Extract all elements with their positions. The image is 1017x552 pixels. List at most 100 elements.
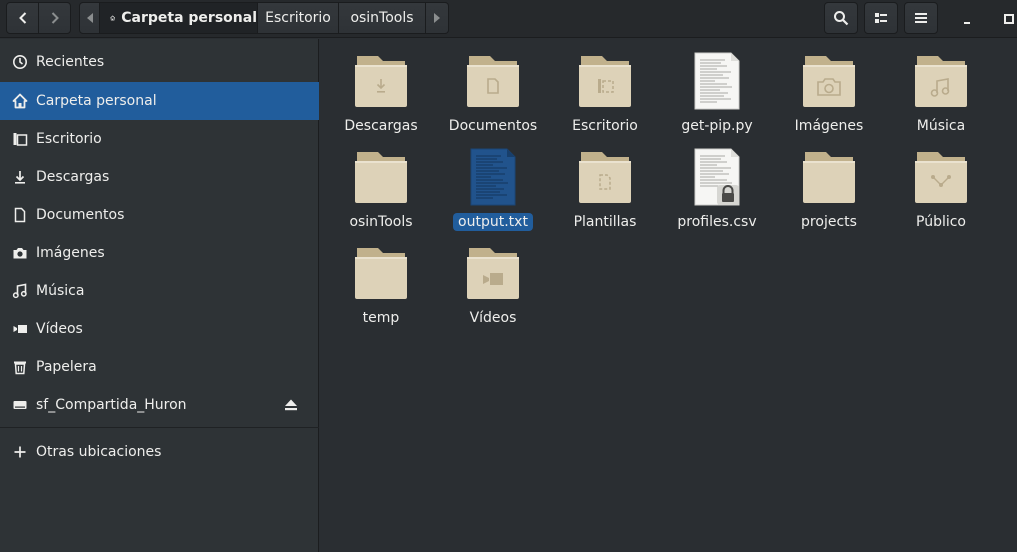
document-icon [11, 206, 29, 224]
path-scroll-right-button[interactable] [426, 2, 449, 34]
file-item-descargas[interactable]: Descargas [331, 51, 431, 141]
folder-videos-icon [463, 243, 523, 303]
folder-documents-icon [463, 51, 523, 111]
sidebar-item-label: Música [36, 283, 85, 299]
file-item-escritorio[interactable]: Escritorio [555, 51, 655, 141]
file-name: temp [362, 310, 400, 326]
window-minimize-icon [964, 22, 970, 24]
triangle-left-icon [86, 13, 93, 23]
header-bar: Carpeta personal Escritorio osinTools [0, 0, 1017, 38]
forward-button[interactable] [38, 2, 71, 34]
file-name: Plantillas [573, 214, 637, 230]
file-name: Vídeos [469, 310, 517, 326]
file-view: Descargas Documentos Escritorio get-pip.… [320, 39, 1017, 552]
view-options-button[interactable] [864, 2, 898, 34]
file-item-plantillas[interactable]: Plantillas [555, 147, 655, 237]
file-name: Música [916, 118, 966, 134]
camera-icon [11, 244, 29, 262]
sidebar-item-label: Carpeta personal [36, 93, 157, 109]
home-icon [110, 15, 116, 21]
text-file-locked-icon [687, 147, 747, 207]
file-item-videos[interactable]: Vídeos [443, 243, 543, 333]
sidebar: Recientes Carpeta personal Escritorio De… [0, 39, 319, 552]
file-name: Descargas [344, 118, 418, 134]
file-item-publico[interactable]: Público [891, 147, 991, 237]
drive-icon [11, 396, 29, 414]
path-home-label: Carpeta personal [121, 10, 257, 26]
chevron-left-icon [18, 12, 26, 24]
sidebar-item-carpeta-personal[interactable]: Carpeta personal [0, 82, 319, 120]
sidebar-item-label: Vídeos [36, 321, 83, 337]
file-name: projects [801, 214, 857, 230]
file-name: Documentos [448, 118, 538, 134]
path-segment-osintools[interactable]: osinTools [339, 2, 426, 34]
file-item-imagenes[interactable]: Imágenes [779, 51, 879, 141]
chevron-right-icon [51, 12, 59, 24]
view-options-icon [875, 13, 887, 23]
folder-music-icon [911, 51, 971, 111]
plus-icon [11, 443, 29, 461]
eject-icon [285, 399, 297, 411]
sidebar-item-label: Otras ubicaciones [36, 444, 162, 460]
file-item-documentos[interactable]: Documentos [443, 51, 543, 141]
folder-pictures-icon [799, 51, 859, 111]
file-item-musica[interactable]: Música [891, 51, 991, 141]
file-item-temp[interactable]: temp [331, 243, 431, 333]
path-scroll-left-button[interactable] [79, 2, 100, 34]
file-name: Público [916, 214, 966, 230]
music-icon [11, 282, 29, 300]
download-icon [11, 168, 29, 186]
eject-button[interactable] [283, 397, 299, 413]
sidebar-item-imagenes[interactable]: Imágenes [0, 234, 319, 272]
triangle-right-icon [434, 13, 440, 23]
folder-templates-icon [575, 147, 635, 207]
search-button[interactable] [824, 2, 858, 34]
sidebar-separator [0, 427, 319, 428]
file-item-osintools[interactable]: osinTools [331, 147, 431, 237]
home-icon [11, 92, 29, 110]
path-segment-escritorio[interactable]: Escritorio [258, 2, 339, 34]
folder-icon [351, 243, 411, 303]
file-item-output-txt[interactable]: output.txt [443, 147, 543, 237]
path-home-button[interactable]: Carpeta personal [100, 2, 258, 34]
window-maximize-button[interactable] [998, 8, 1017, 30]
search-icon [834, 11, 849, 26]
sidebar-item-musica[interactable]: Música [0, 272, 319, 310]
sidebar-item-label: Recientes [36, 54, 105, 70]
folder-publicshare-icon [911, 147, 971, 207]
sidebar-item-label: Documentos [36, 207, 125, 223]
file-name: Imágenes [794, 118, 864, 134]
video-icon [11, 320, 29, 338]
file-name: Escritorio [572, 118, 638, 134]
sidebar-item-otras-ubicaciones[interactable]: Otras ubicaciones [0, 433, 319, 471]
file-item-profiles-csv[interactable]: profiles.csv [667, 147, 767, 237]
file-name: osinTools [349, 214, 413, 230]
sidebar-item-descargas[interactable]: Descargas [0, 158, 319, 196]
hamburger-menu-icon [915, 13, 927, 23]
desktop-folder-icon [11, 130, 29, 148]
sidebar-item-label: Imágenes [36, 245, 105, 261]
sidebar-item-sf-compartida-huron[interactable]: sf_Compartida_Huron [0, 386, 319, 424]
file-item-projects[interactable]: projects [779, 147, 879, 237]
sidebar-item-recientes[interactable]: Recientes [0, 43, 319, 81]
sidebar-item-escritorio[interactable]: Escritorio [0, 120, 319, 158]
folder-icon [799, 147, 859, 207]
file-item-get-pip-py[interactable]: get-pip.py [667, 51, 767, 141]
sidebar-item-videos[interactable]: Vídeos [0, 310, 319, 348]
sidebar-item-label: Escritorio [36, 131, 102, 147]
window-maximize-icon [1004, 14, 1014, 24]
text-file-icon [463, 147, 523, 207]
sidebar-item-label: Descargas [36, 169, 110, 185]
sidebar-item-papelera[interactable]: Papelera [0, 348, 319, 386]
file-name: output.txt [453, 213, 533, 231]
sidebar-item-label: Papelera [36, 359, 97, 375]
sidebar-item-documentos[interactable]: Documentos [0, 196, 319, 234]
window-minimize-button[interactable] [956, 8, 978, 30]
file-name: get-pip.py [681, 118, 753, 134]
folder-desktop-icon [575, 51, 635, 111]
main-menu-button[interactable] [904, 2, 938, 34]
trash-icon [11, 358, 29, 376]
clock-icon [11, 53, 29, 71]
file-name: profiles.csv [677, 214, 757, 230]
back-button[interactable] [6, 2, 39, 34]
